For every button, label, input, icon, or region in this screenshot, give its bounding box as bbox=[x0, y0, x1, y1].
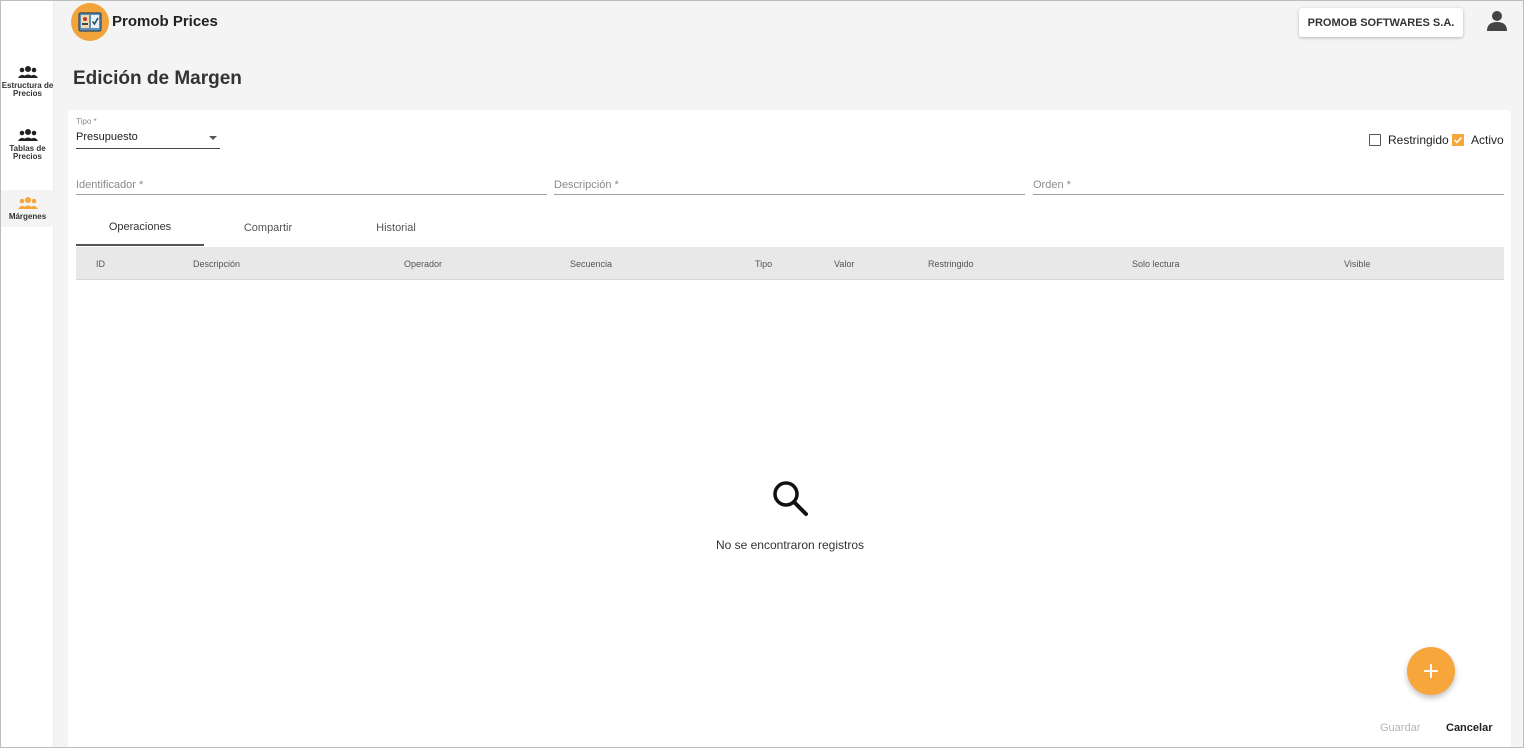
sidebar-item-estructura-de-precios[interactable]: Estructura de Precios bbox=[1, 65, 54, 98]
empty-state: No se encontraron registros bbox=[76, 280, 1504, 640]
sidebar-item-tablas-de-precios[interactable]: Tablas de Precios bbox=[1, 128, 54, 161]
checkbox-unchecked-icon bbox=[1369, 134, 1381, 146]
save-button[interactable]: Guardar bbox=[1380, 722, 1420, 734]
activo-label: Activo bbox=[1471, 133, 1504, 147]
sidebar: Estructura de Precios Tablas de Precios … bbox=[1, 1, 54, 747]
tipo-value: Presupuesto bbox=[76, 131, 138, 143]
identificador-field bbox=[76, 176, 547, 195]
column-header-id[interactable]: ID bbox=[96, 259, 105, 269]
orden-input[interactable] bbox=[1033, 176, 1504, 194]
sidebar-item-label: Estructura de Precios bbox=[1, 81, 54, 98]
company-selector-button[interactable]: PROMOB SOFTWARES S.A. bbox=[1299, 8, 1463, 37]
column-header-visible[interactable]: Visible bbox=[1344, 259, 1370, 269]
tab-compartir[interactable]: Compartir bbox=[204, 210, 332, 246]
column-header-tipo[interactable]: Tipo bbox=[755, 259, 772, 269]
orden-field bbox=[1033, 176, 1504, 195]
price-tag-logo-icon bbox=[78, 12, 102, 32]
activo-checkbox[interactable]: Activo bbox=[1452, 133, 1504, 147]
column-header-descripcion[interactable]: Descripción bbox=[193, 259, 240, 269]
column-header-secuencia[interactable]: Secuencia bbox=[570, 259, 612, 269]
descripcion-field bbox=[554, 176, 1025, 195]
table-header: ID Descripción Operador Secuencia Tipo V… bbox=[76, 247, 1504, 280]
tipo-label: Tipo * bbox=[76, 117, 97, 126]
checkbox-checked-icon bbox=[1452, 134, 1464, 146]
tab-bar: Operaciones Compartir Historial bbox=[76, 210, 460, 246]
group-icon bbox=[17, 197, 38, 209]
restringido-checkbox[interactable]: Restringido bbox=[1369, 133, 1449, 147]
empty-state-text: No se encontraron registros bbox=[715, 538, 865, 552]
search-icon bbox=[773, 481, 808, 516]
app-window: Estructura de Precios Tablas de Precios … bbox=[0, 0, 1524, 748]
app-logo bbox=[71, 3, 109, 41]
column-header-operador[interactable]: Operador bbox=[404, 259, 442, 269]
tab-historial[interactable]: Historial bbox=[332, 210, 460, 246]
descripcion-input[interactable] bbox=[554, 176, 1025, 194]
column-header-solo-lectura[interactable]: Solo lectura bbox=[1132, 259, 1180, 269]
group-icon bbox=[17, 129, 38, 141]
user-icon[interactable] bbox=[1486, 10, 1508, 37]
tipo-select[interactable]: Presupuesto bbox=[76, 131, 220, 149]
column-header-valor[interactable]: Valor bbox=[834, 259, 854, 269]
chevron-down-icon bbox=[209, 136, 217, 140]
sidebar-item-label: Tablas de Precios bbox=[9, 144, 46, 161]
add-operation-button[interactable] bbox=[1407, 647, 1455, 695]
edit-form-card: Tipo * Presupuesto Restringido Activo Op… bbox=[68, 110, 1511, 747]
column-header-restringido[interactable]: Restringido bbox=[928, 259, 974, 269]
sidebar-item-label: Márgenes bbox=[8, 212, 47, 221]
identificador-input[interactable] bbox=[76, 176, 547, 194]
sidebar-item-margenes[interactable]: Márgenes bbox=[1, 190, 54, 227]
app-title: Promob Prices bbox=[112, 13, 218, 30]
group-icon bbox=[17, 66, 38, 78]
tab-operaciones[interactable]: Operaciones bbox=[76, 210, 204, 246]
cancel-button[interactable]: Cancelar bbox=[1446, 722, 1492, 734]
restringido-label: Restringido bbox=[1388, 133, 1449, 147]
page-title: Edición de Margen bbox=[73, 68, 242, 89]
plus-icon bbox=[1424, 664, 1438, 678]
